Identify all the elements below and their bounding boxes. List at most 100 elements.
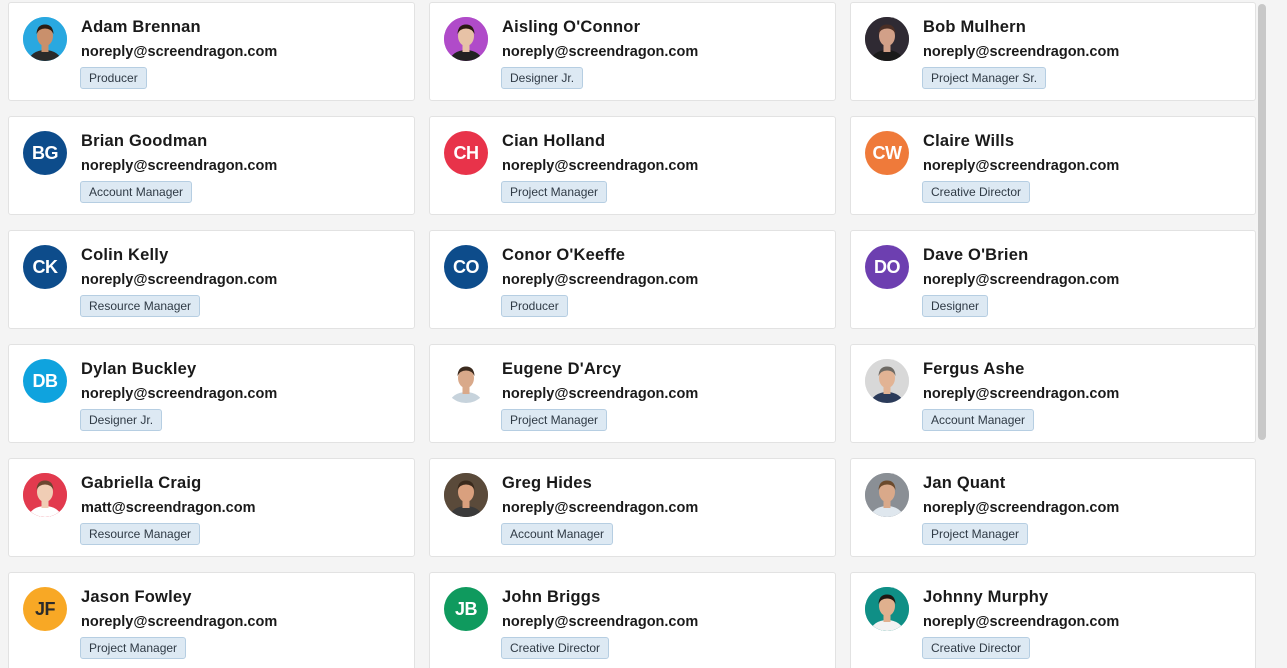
role-badge: Resource Manager xyxy=(80,523,201,545)
person-card[interactable]: BG Brian Goodman noreply@screendragon.co… xyxy=(8,116,415,215)
person-card[interactable]: Gabriella Craig matt@screendragon.com Re… xyxy=(8,458,415,557)
avatar-initials: CO xyxy=(444,245,488,289)
person-card[interactable]: JF Jason Fowley noreply@screendragon.com… xyxy=(8,572,415,668)
person-name: Claire Wills xyxy=(923,132,1015,150)
person-card[interactable]: Johnny Murphy noreply@screendragon.com C… xyxy=(850,572,1256,668)
avatar-photo xyxy=(865,587,909,631)
role-badge: Designer Jr. xyxy=(501,67,584,89)
avatar-photo xyxy=(444,473,488,517)
role-badge: Project Manager xyxy=(80,637,187,659)
avatar-initials: CH xyxy=(444,131,488,175)
person-name: Dylan Buckley xyxy=(81,360,197,378)
people-grid: Adam Brennan noreply@screendragon.com Pr… xyxy=(8,2,1256,668)
avatar-initials: JF xyxy=(23,587,67,631)
avatar-initials: DO xyxy=(865,245,909,289)
person-email: noreply@screendragon.com xyxy=(81,272,278,288)
person-card[interactable]: Greg Hides noreply@screendragon.com Acco… xyxy=(429,458,836,557)
role-badge: Project Manager xyxy=(501,181,608,203)
person-card[interactable]: Fergus Ashe noreply@screendragon.com Acc… xyxy=(850,344,1256,443)
person-name: Colin Kelly xyxy=(81,246,169,264)
person-email: noreply@screendragon.com xyxy=(81,386,278,402)
avatar-photo xyxy=(865,473,909,517)
person-card[interactable]: CO Conor O'Keeffe noreply@screendragon.c… xyxy=(429,230,836,329)
person-name: Greg Hides xyxy=(502,474,593,492)
person-card[interactable]: CH Cian Holland noreply@screendragon.com… xyxy=(429,116,836,215)
person-name: Bob Mulhern xyxy=(923,18,1027,36)
role-badge: Account Manager xyxy=(80,181,193,203)
avatar-initials: JB xyxy=(444,587,488,631)
role-badge: Account Manager xyxy=(922,409,1035,431)
person-photo-icon xyxy=(865,17,909,61)
person-name: Brian Goodman xyxy=(81,132,208,150)
person-card[interactable]: CW Claire Wills noreply@screendragon.com… xyxy=(850,116,1256,215)
person-card[interactable]: Jan Quant noreply@screendragon.com Proje… xyxy=(850,458,1256,557)
person-email: noreply@screendragon.com xyxy=(923,386,1120,402)
person-photo-icon xyxy=(865,473,909,517)
person-card[interactable]: DO Dave O'Brien noreply@screendragon.com… xyxy=(850,230,1256,329)
person-name: Cian Holland xyxy=(502,132,606,150)
person-email: noreply@screendragon.com xyxy=(923,44,1120,60)
person-photo-icon xyxy=(23,17,67,61)
person-name: Aisling O'Connor xyxy=(502,18,641,36)
person-email: noreply@screendragon.com xyxy=(502,500,699,516)
person-name: John Briggs xyxy=(502,588,601,606)
role-badge: Creative Director xyxy=(922,181,1031,203)
role-badge: Designer Jr. xyxy=(80,409,163,431)
avatar-photo xyxy=(23,473,67,517)
role-badge: Creative Director xyxy=(922,637,1031,659)
role-badge: Project Manager xyxy=(501,409,608,431)
person-name: Fergus Ashe xyxy=(923,360,1025,378)
person-email: matt@screendragon.com xyxy=(81,500,256,516)
person-name: Jason Fowley xyxy=(81,588,192,606)
person-card[interactable]: Bob Mulhern noreply@screendragon.com Pro… xyxy=(850,2,1256,101)
person-email: noreply@screendragon.com xyxy=(502,614,699,630)
role-badge: Producer xyxy=(80,67,147,89)
person-email: noreply@screendragon.com xyxy=(923,272,1120,288)
avatar-photo xyxy=(23,17,67,61)
person-card[interactable]: CK Colin Kelly noreply@screendragon.com … xyxy=(8,230,415,329)
avatar-photo xyxy=(444,359,488,403)
person-email: noreply@screendragon.com xyxy=(81,614,278,630)
person-email: noreply@screendragon.com xyxy=(81,158,278,174)
person-name: Jan Quant xyxy=(923,474,1006,492)
person-card[interactable]: JB John Briggs noreply@screendragon.com … xyxy=(429,572,836,668)
role-badge: Creative Director xyxy=(501,637,610,659)
person-photo-icon xyxy=(23,473,67,517)
avatar-initials: BG xyxy=(23,131,67,175)
person-name: Gabriella Craig xyxy=(81,474,202,492)
person-email: noreply@screendragon.com xyxy=(923,158,1120,174)
avatar-initials: CW xyxy=(865,131,909,175)
person-email: noreply@screendragon.com xyxy=(502,158,699,174)
person-card[interactable]: Eugene D'Arcy noreply@screendragon.com P… xyxy=(429,344,836,443)
person-email: noreply@screendragon.com xyxy=(923,614,1120,630)
person-name: Dave O'Brien xyxy=(923,246,1029,264)
person-card[interactable]: Adam Brennan noreply@screendragon.com Pr… xyxy=(8,2,415,101)
role-badge: Designer xyxy=(922,295,989,317)
scrollbar-thumb[interactable] xyxy=(1258,4,1266,440)
avatar-photo xyxy=(865,359,909,403)
role-badge: Resource Manager xyxy=(80,295,201,317)
person-card[interactable]: Aisling O'Connor noreply@screendragon.co… xyxy=(429,2,836,101)
person-photo-icon xyxy=(444,359,488,403)
people-directory: Adam Brennan noreply@screendragon.com Pr… xyxy=(0,0,1287,668)
avatar-initials: DB xyxy=(23,359,67,403)
person-name: Conor O'Keeffe xyxy=(502,246,626,264)
avatar-photo xyxy=(865,17,909,61)
person-email: noreply@screendragon.com xyxy=(81,44,278,60)
person-name: Adam Brennan xyxy=(81,18,201,36)
person-email: noreply@screendragon.com xyxy=(502,44,699,60)
person-card[interactable]: DB Dylan Buckley noreply@screendragon.co… xyxy=(8,344,415,443)
avatar-photo xyxy=(444,17,488,61)
avatar-initials: CK xyxy=(23,245,67,289)
person-email: noreply@screendragon.com xyxy=(502,386,699,402)
role-badge: Project Manager xyxy=(922,523,1029,545)
person-email: noreply@screendragon.com xyxy=(502,272,699,288)
person-name: Eugene D'Arcy xyxy=(502,360,622,378)
role-badge: Account Manager xyxy=(501,523,614,545)
person-name: Johnny Murphy xyxy=(923,588,1049,606)
person-photo-icon xyxy=(865,359,909,403)
role-badge: Project Manager Sr. xyxy=(922,67,1047,89)
person-email: noreply@screendragon.com xyxy=(923,500,1120,516)
role-badge: Producer xyxy=(501,295,568,317)
person-photo-icon xyxy=(865,587,909,631)
